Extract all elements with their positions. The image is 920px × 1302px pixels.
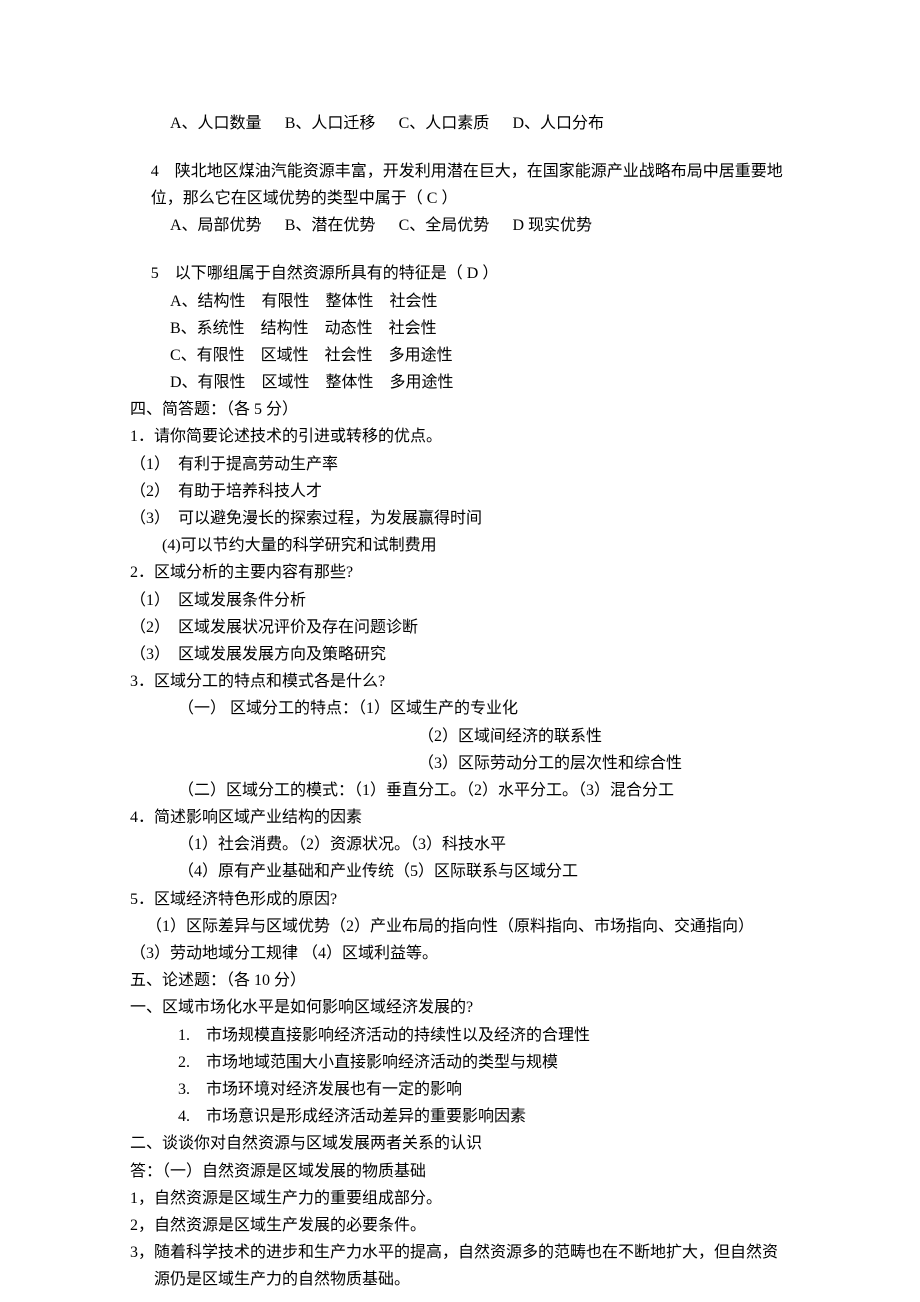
s5-q2-b: 2，自然资源是区域生产发展的必要条件。 [130,1212,790,1239]
s4-q3-p4: （二）区域分工的模式：（1）垂直分工。（2）水平分工。（3）混合分工 [130,777,790,804]
s4-q4-text: 4．简述影响区域产业结构的因素 [130,804,790,831]
s4-q3-text: 3．区域分工的特点和模式各是什么? [130,668,790,695]
option-c: C、人口素质 [399,110,490,137]
s4-q2: 2．区域分析的主要内容有那些? （1） 区域发展条件分析 （2） 区域发展状况评… [130,559,790,668]
s4-q3-p3: （3）区际劳动分工的层次性和综合性 [130,750,790,777]
question-5-text: 5 以下哪组属于自然资源所具有的特征是（ D ） [130,260,790,287]
s4-q1-b: （2） 有助于培养科技人才 [130,478,790,505]
question-5: 5 以下哪组属于自然资源所具有的特征是（ D ） A、结构性 有限性 整体性 社… [130,260,790,396]
s4-q4-b: （4）原有产业基础和产业传统（5）区际联系与区域分工 [130,858,790,885]
option-b: B、潜在优势 [285,212,376,239]
s4-q4: 4．简述影响区域产业结构的因素 （1）社会消费。（2）资源状况。（3）科技水平 … [130,804,790,886]
s5-q2-ans: 答：（一）自然资源是区域发展的物质基础 [130,1158,790,1185]
s5-q1: 一、区域市场化水平是如何影响区域经济发展的? 1. 市场规模直接影响经济活动的持… [130,994,790,1130]
s4-q3: 3．区域分工的特点和模式各是什么? （一） 区域分工的特点：（1）区域生产的专业… [130,668,790,804]
question-4-text: 4 陕北地区煤油汽能资源丰富，开发利用潜在巨大，在国家能源产业战略布局中居重要地… [130,158,790,212]
s4-q1-d: (4)可以节约大量的科学研究和试制费用 [130,532,790,559]
prev-question-options: A、人口数量 B、人口迁移 C、人口素质 D、人口分布 [130,110,790,137]
s5-q2: 二、谈谈你对自然资源与区域发展两者关系的认识 答：（一）自然资源是区域发展的物质… [130,1130,790,1293]
option-c: C、有限性 区域性 社会性 多用途性 [130,342,790,369]
option-c: C、全局优势 [399,212,490,239]
s4-q3-p2: （2）区域间经济的联系性 [130,723,790,750]
s4-q5-a: （1）区际差异与区域优势（2）产业布局的指向性（原料指向、市场指向、交通指向） [130,913,790,940]
question-4-options: A、局部优势 B、潜在优势 C、全局优势 D 现实优势 [130,212,790,239]
s4-q5-b: （3）劳动地域分工规律 （4）区域利益等。 [130,940,790,967]
option-a: A、人口数量 [170,110,262,137]
s4-q2-c: （3） 区域发展发展方向及策略研究 [130,641,790,668]
question-4: 4 陕北地区煤油汽能资源丰富，开发利用潜在巨大，在国家能源产业战略布局中居重要地… [130,158,790,240]
option-b: B、系统性 结构性 动态性 社会性 [130,315,790,342]
s4-q1: 1．请你简要论述技术的引进或转移的优点。 （1） 有利于提高劳动生产率 （2） … [130,423,790,559]
s4-q1-a: （1） 有利于提高劳动生产率 [130,451,790,478]
s4-q1-text: 1．请你简要论述技术的引进或转移的优点。 [130,423,790,450]
s5-q2-a: 1，自然资源是区域生产力的重要组成部分。 [130,1185,790,1212]
option-a: A、局部优势 [170,212,262,239]
s4-q2-a: （1） 区域发展条件分析 [130,587,790,614]
s4-q5-text: 5．区域经济特色形成的原因? [130,886,790,913]
s4-q4-a: （1）社会消费。（2）资源状况。（3）科技水平 [130,831,790,858]
section-4-title: 四、简答题：（各 5 分） [130,396,790,423]
s4-q1-c: （3） 可以避免漫长的探索过程，为发展赢得时间 [130,505,790,532]
option-a: A、结构性 有限性 整体性 社会性 [130,288,790,315]
s5-q2-text: 二、谈谈你对自然资源与区域发展两者关系的认识 [130,1130,790,1157]
s5-q1-c: 3. 市场环境对经济发展也有一定的影响 [130,1076,790,1103]
option-d: D、人口分布 [513,110,605,137]
s4-q5: 5．区域经济特色形成的原因? （1）区际差异与区域优势（2）产业布局的指向性（原… [130,886,790,968]
s4-q2-b: （2） 区域发展状况评价及存在问题诊断 [130,614,790,641]
s5-q1-d: 4. 市场意识是形成经济活动差异的重要影响因素 [130,1103,790,1130]
s5-q2-c: 3，随着科学技术的进步和生产力水平的提高，自然资源多的范畴也在不断地扩大，但自然… [154,1239,790,1293]
s5-q1-b: 2. 市场地域范围大小直接影响经济活动的类型与规模 [130,1049,790,1076]
option-d: D 现实优势 [513,212,593,239]
s4-q3-p1: （一） 区域分工的特点：（1）区域生产的专业化 [130,695,790,722]
option-b: B、人口迁移 [285,110,376,137]
s4-q2-text: 2．区域分析的主要内容有那些? [130,559,790,586]
section-5-title: 五、论述题：（各 10 分） [130,967,790,994]
option-d: D、有限性 区域性 整体性 多用途性 [130,369,790,396]
s5-q1-a: 1. 市场规模直接影响经济活动的持续性以及经济的合理性 [130,1022,790,1049]
s5-q1-text: 一、区域市场化水平是如何影响区域经济发展的? [130,994,790,1021]
